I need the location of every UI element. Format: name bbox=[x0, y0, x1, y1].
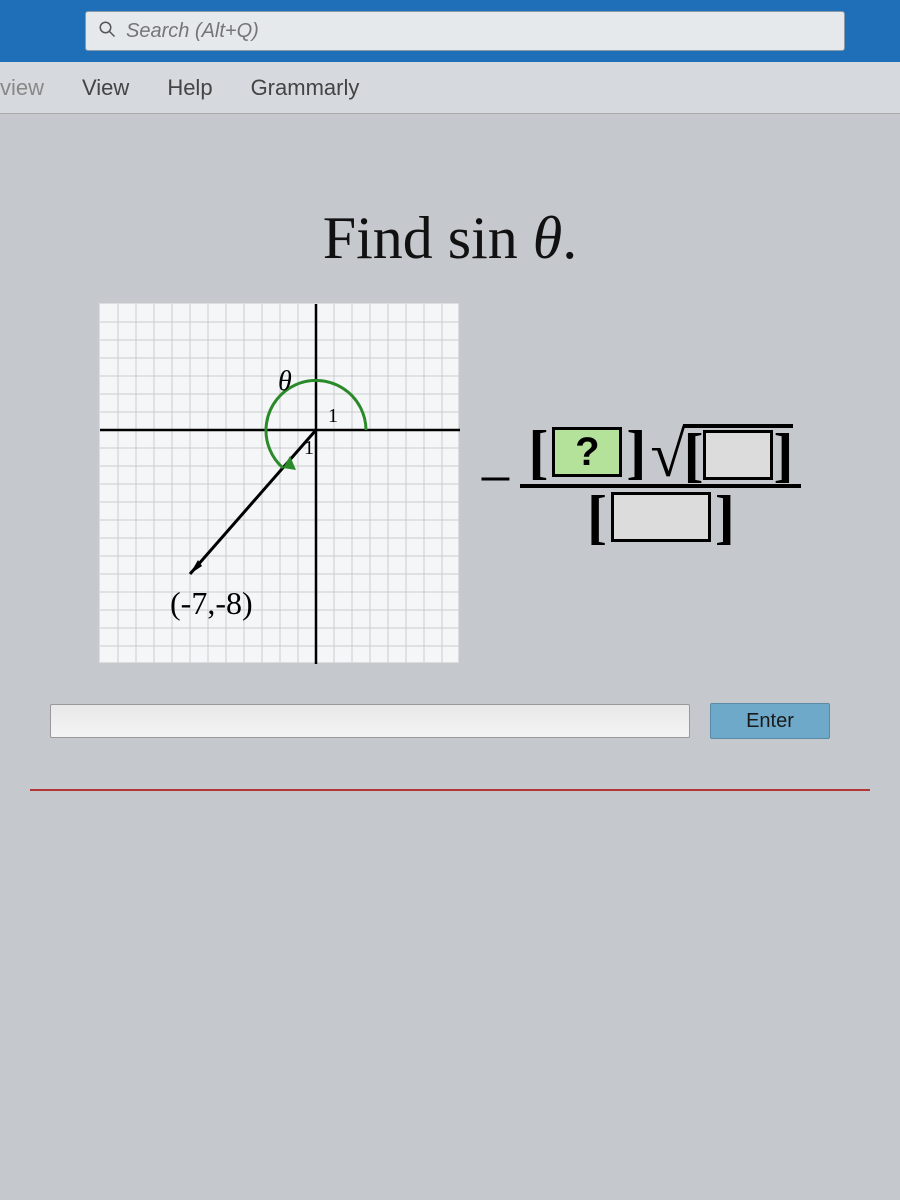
denominator-input-box[interactable] bbox=[611, 492, 711, 542]
sqrt-icon: √ bbox=[650, 430, 685, 480]
menu-item-grammarly[interactable]: Grammarly bbox=[243, 69, 368, 107]
graph-point-label: (-7,-8) bbox=[170, 585, 253, 621]
numerator: [ ? ] √ [ ] bbox=[520, 420, 801, 484]
tick-x-label: 1 bbox=[328, 405, 338, 427]
answer-expression: − [ ? ] √ [ ] bbox=[479, 420, 802, 546]
sqrt-group: √ [ ] bbox=[650, 424, 793, 480]
menu-item-help[interactable]: Help bbox=[159, 69, 220, 107]
left-bracket-icon: [ bbox=[528, 427, 548, 477]
answer-input-row: Enter bbox=[30, 703, 870, 739]
graph-theta-label: θ bbox=[278, 366, 292, 397]
den-left-bracket-icon: [ bbox=[587, 492, 607, 542]
den-right-bracket-icon: ] bbox=[715, 492, 735, 542]
enter-button[interactable]: Enter bbox=[710, 703, 830, 739]
menu-item-view-partial[interactable]: view bbox=[0, 69, 52, 107]
search-icon bbox=[98, 20, 116, 43]
search-box[interactable] bbox=[85, 11, 845, 51]
title-bar bbox=[0, 0, 900, 62]
content-area: Find sin θ. bbox=[0, 114, 900, 821]
problem-title: Find sin θ. bbox=[30, 204, 870, 273]
numerator-input-box[interactable]: ? bbox=[552, 427, 622, 477]
theta-symbol: θ bbox=[533, 205, 562, 271]
menu-item-view[interactable]: View bbox=[74, 69, 137, 107]
coordinate-graph: 1 1 θ (-7,-8) bbox=[99, 303, 459, 663]
title-suffix: . bbox=[562, 205, 577, 271]
denominator: [ ] bbox=[579, 488, 743, 546]
tick-y-label: 1 bbox=[304, 437, 314, 459]
menu-bar: view View Help Grammarly bbox=[0, 62, 900, 114]
answer-text-input[interactable] bbox=[50, 704, 690, 738]
sqrt-right-bracket-icon: ] bbox=[773, 430, 793, 480]
graph-svg: 1 1 θ (-7,-8) bbox=[100, 304, 460, 664]
fraction: [ ? ] √ [ ] [ ] bbox=[520, 420, 801, 546]
radicand-input-box[interactable] bbox=[703, 430, 773, 480]
sqrt-left-bracket-icon: [ bbox=[683, 430, 703, 480]
leading-minus: − bbox=[479, 449, 513, 509]
right-bracket-icon: ] bbox=[626, 427, 646, 477]
divider-line bbox=[30, 789, 870, 791]
title-prefix: Find sin bbox=[323, 205, 533, 271]
search-input[interactable] bbox=[126, 20, 832, 43]
